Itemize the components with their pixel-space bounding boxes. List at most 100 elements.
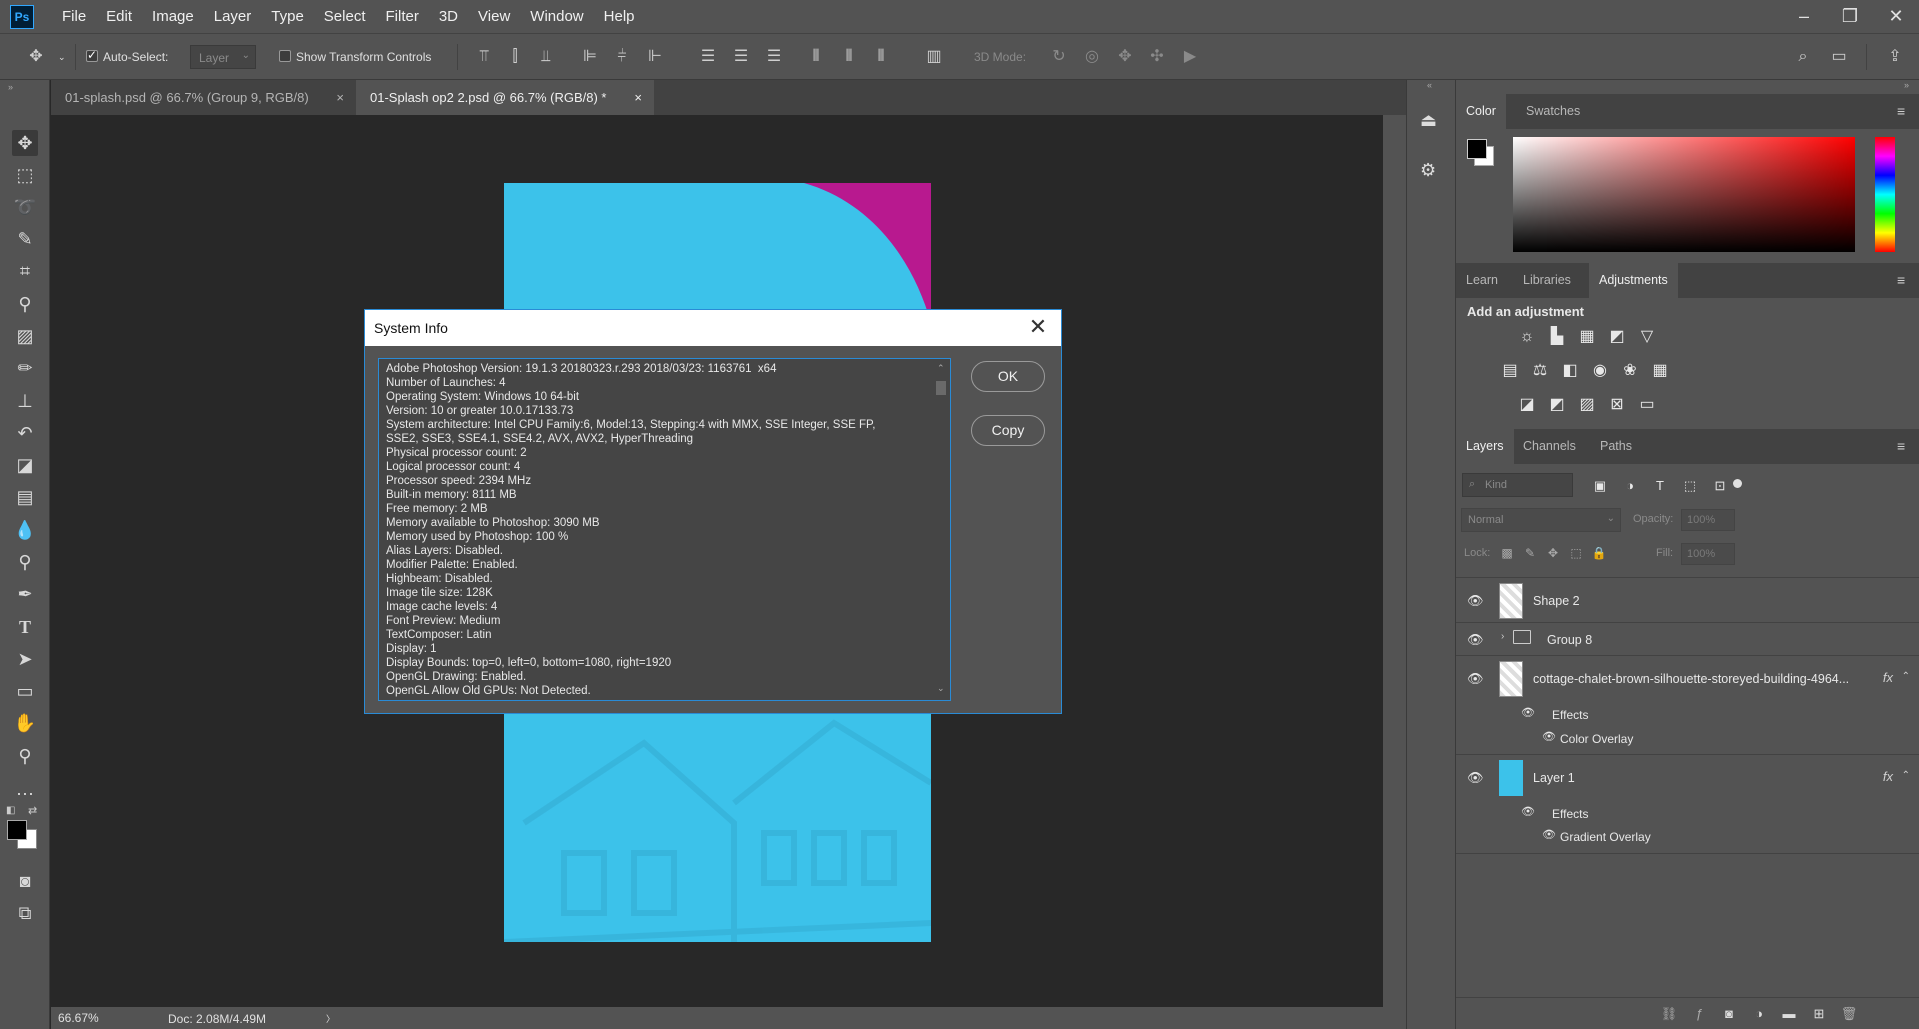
clone-stamp-tool-icon[interactable]: ⊥ [12, 388, 38, 414]
panel-menu-icon[interactable]: ≡ [1897, 104, 1911, 118]
posterize-icon[interactable]: ◩ [1546, 394, 1568, 416]
tab-color[interactable]: Color [1456, 94, 1506, 129]
lock-pixels-icon[interactable]: ✎ [1519, 542, 1541, 564]
tab-01-splash-op2[interactable]: 01-Splash op2 2.psd @ 66.7% (RGB/8) * × [356, 80, 654, 115]
new-group-icon[interactable]: ▬ [1778, 1003, 1800, 1025]
panel-menu-icon[interactable]: ≡ [1897, 439, 1911, 453]
tab-layers[interactable]: Layers [1456, 429, 1514, 464]
brightness-contrast-icon[interactable]: ☼ [1516, 326, 1538, 348]
workspace-icon[interactable]: ▭ [1829, 47, 1849, 67]
move-tool-icon[interactable]: ✥ [12, 130, 38, 156]
align-top-icon[interactable]: ⫪ [474, 47, 494, 67]
align-vcenter-icon[interactable]: ⫿ [505, 47, 525, 67]
filter-adjustment-icon[interactable]: ◑ [1619, 475, 1641, 497]
lasso-tool-icon[interactable]: ➰ [12, 194, 38, 220]
visibility-eye-icon[interactable]: 👁 [1467, 593, 1485, 608]
menu-window[interactable]: Window [520, 0, 593, 33]
scroll-up-icon[interactable]: ⌃ [937, 363, 945, 374]
menu-layer[interactable]: Layer [204, 0, 262, 33]
new-layer-icon[interactable]: ⊞ [1808, 1003, 1830, 1025]
gradient-map-icon[interactable]: ▭ [1636, 394, 1658, 416]
visibility-eye-icon[interactable]: 👁 [1467, 632, 1485, 647]
status-menu-icon[interactable]: 〉 [326, 1012, 335, 1025]
tab-adjustments[interactable]: Adjustments [1589, 263, 1678, 298]
auto-select-checkbox[interactable] [86, 48, 98, 62]
foreground-color-swatch[interactable] [1467, 139, 1487, 159]
show-transform-checkbox[interactable] [279, 50, 291, 62]
blend-mode-dropdown[interactable]: Normal ⌄ [1461, 508, 1621, 532]
close-window-button[interactable]: ✕ [1873, 0, 1919, 33]
filter-shape-icon[interactable]: ⬚ [1679, 475, 1701, 497]
history-panel-icon[interactable]: ⏏ [1420, 110, 1437, 131]
layer-row-group-8[interactable]: 👁 › Group 8 [1456, 623, 1919, 656]
system-info-textarea[interactable]: Adobe Photoshop Version: 19.1.3 20180323… [378, 358, 951, 701]
3d-slide-icon[interactable]: ✣ [1147, 47, 1167, 67]
blur-tool-icon[interactable]: 💧 [12, 517, 38, 543]
new-adjustment-icon[interactable]: ◑ [1748, 1003, 1770, 1025]
close-icon[interactable]: × [336, 80, 344, 115]
tab-channels[interactable]: Channels [1513, 429, 1586, 464]
eyedropper-tool-icon[interactable]: ⚲ [12, 291, 38, 317]
align-hcenter-icon[interactable]: ⫩ [612, 47, 632, 67]
brush-tool-icon[interactable]: ✏ [12, 355, 38, 381]
tab-learn[interactable]: Learn [1456, 263, 1508, 298]
menu-help[interactable]: Help [594, 0, 645, 33]
align-left-icon[interactable]: ⊫ [580, 47, 600, 67]
add-style-icon[interactable]: ƒ [1688, 1003, 1710, 1025]
distribute-hcenter-icon[interactable]: ⦀ [839, 47, 859, 67]
menu-select[interactable]: Select [314, 0, 376, 33]
crop-tool-icon[interactable]: ⌗ [12, 258, 38, 284]
lock-position-icon[interactable]: ✥ [1542, 542, 1564, 564]
layer-row-shape-2[interactable]: 👁 Shape 2 [1456, 577, 1919, 623]
menu-type[interactable]: Type [261, 0, 314, 33]
tool-preset-chevron-icon[interactable]: ⌄ [58, 52, 66, 63]
quick-mask-icon[interactable]: ◙ [12, 868, 38, 894]
menu-image[interactable]: Image [142, 0, 204, 33]
foreground-color-swatch[interactable] [7, 820, 27, 840]
history-brush-tool-icon[interactable]: ↶ [12, 420, 38, 446]
auto-select-dropdown[interactable]: Layer ⌄ [190, 45, 256, 69]
lock-all-icon[interactable]: 🔒 [1588, 542, 1610, 564]
photo-filter-icon[interactable]: ◉ [1589, 360, 1611, 382]
close-icon[interactable]: × [634, 80, 642, 115]
layer-kind-filter[interactable]: ⌕ Kind [1462, 473, 1573, 497]
menu-3d[interactable]: 3D [429, 0, 468, 33]
panel-menu-icon[interactable]: ≡ [1897, 273, 1911, 287]
link-layers-icon[interactable]: ⛓ [1658, 1003, 1680, 1025]
visibility-eye-icon[interactable]: 👁 [1467, 671, 1485, 686]
dodge-tool-icon[interactable]: ⚲ [12, 549, 38, 575]
close-icon[interactable]: ✕ [1023, 310, 1053, 346]
info-scrollbar[interactable]: ⌃ ⌄ [932, 359, 950, 700]
rectangle-tool-icon[interactable]: ▭ [12, 678, 38, 704]
channel-mixer-icon[interactable]: ❀ [1619, 360, 1641, 382]
trash-icon[interactable]: 🗑 [1838, 1003, 1860, 1025]
chevron-up-icon[interactable]: ⌃ [1902, 770, 1910, 781]
healing-brush-tool-icon[interactable]: ▨ [12, 323, 38, 349]
path-select-tool-icon[interactable]: ➤ [12, 646, 38, 672]
visibility-eye-icon[interactable]: 👁 [1467, 770, 1485, 785]
share-icon[interactable]: ⇪ [1885, 47, 1905, 67]
visibility-eye-icon[interactable]: 👁 [1542, 730, 1560, 744]
3d-orbit-icon[interactable]: ↻ [1049, 47, 1069, 67]
vibrance-icon[interactable]: ▽ [1636, 326, 1658, 348]
lock-transparent-icon[interactable]: ▩ [1496, 542, 1518, 564]
layer-row-layer-1[interactable]: 👁 Layer 1 fx ⌃ 👁 Effects 👁 Gradient Over… [1456, 755, 1919, 854]
distribute-vcenter-icon[interactable]: ☰ [731, 47, 751, 67]
tab-libraries[interactable]: Libraries [1513, 263, 1581, 298]
dialog-titlebar[interactable]: System Info ✕ [365, 310, 1061, 346]
opacity-field[interactable]: 100% [1681, 509, 1735, 531]
type-tool-icon[interactable]: T [12, 614, 38, 640]
hue-saturation-icon[interactable]: ▤ [1499, 360, 1521, 382]
distribute-left-icon[interactable]: ⦀ [806, 47, 826, 67]
color-field[interactable] [1513, 137, 1855, 252]
invert-icon[interactable]: ◪ [1516, 394, 1538, 416]
swap-colors-icon[interactable]: ⇄ [28, 804, 37, 817]
selective-color-icon[interactable]: ⊠ [1606, 394, 1628, 416]
filter-type-icon[interactable]: T [1649, 475, 1671, 497]
move-tool-icon[interactable]: ✥ [26, 47, 46, 67]
search-icon[interactable]: ⌕ [1793, 47, 1813, 67]
threshold-icon[interactable]: ▨ [1576, 394, 1598, 416]
color-balance-icon[interactable]: ⚖ [1529, 360, 1551, 382]
3d-pan-icon[interactable]: ✥ [1115, 47, 1135, 67]
3d-camera-icon[interactable]: ▶ [1180, 47, 1200, 67]
